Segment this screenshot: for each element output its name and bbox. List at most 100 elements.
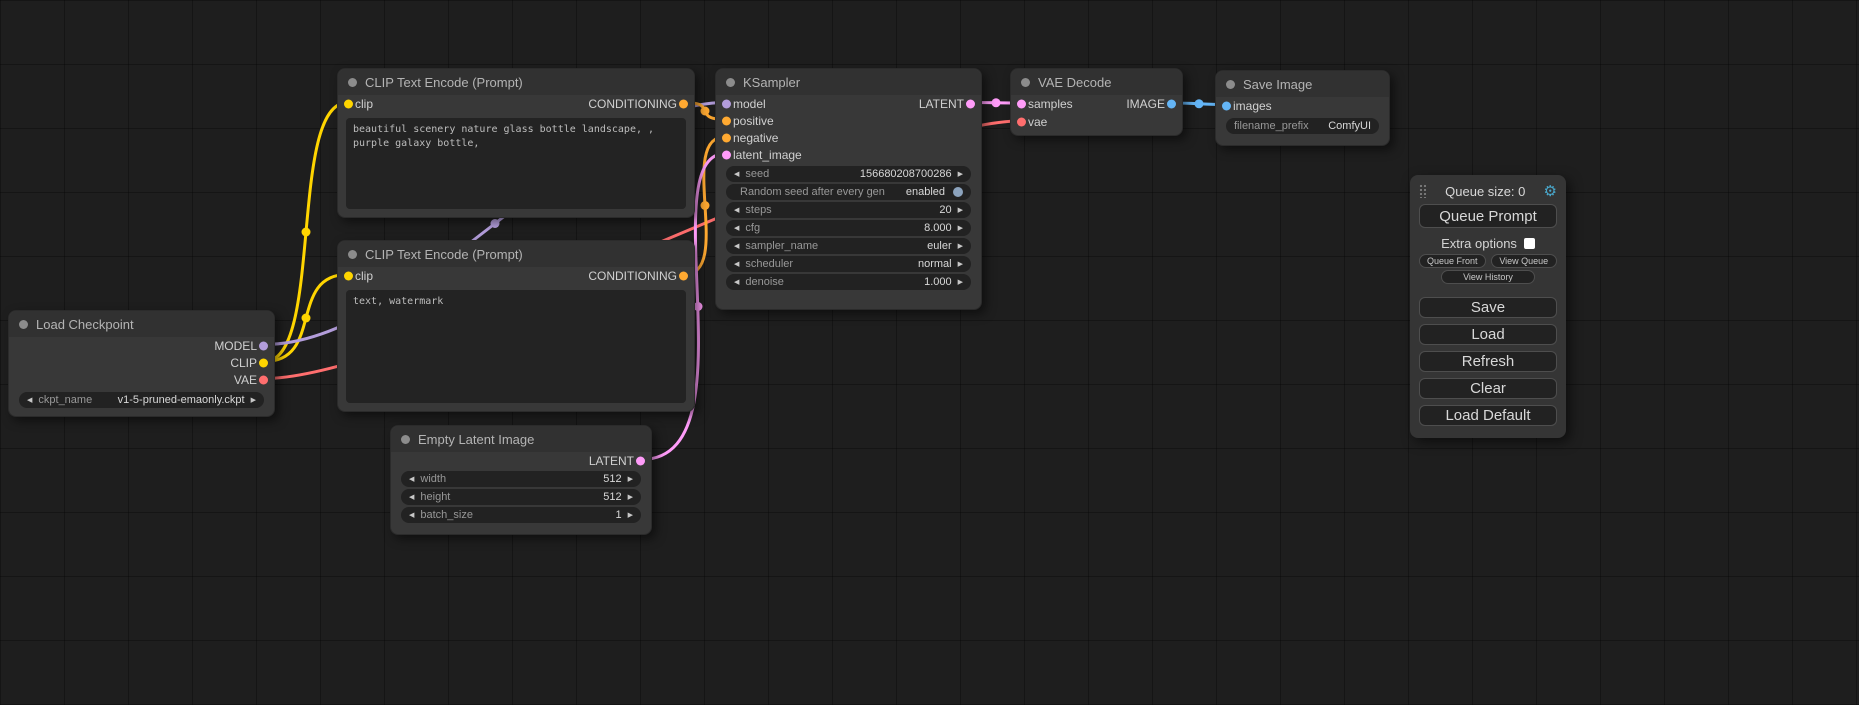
decrement-arrow-icon[interactable]: ◀ bbox=[27, 397, 32, 404]
widget-label: height bbox=[420, 491, 450, 503]
widget-label: batch_size bbox=[420, 509, 473, 521]
vae-output-dot[interactable] bbox=[259, 375, 268, 384]
node-header[interactable]: CLIP Text Encode (Prompt) bbox=[338, 241, 694, 267]
load-button[interactable]: Load bbox=[1419, 324, 1557, 345]
increment-arrow-icon[interactable]: ▶ bbox=[251, 397, 256, 404]
settings-gear-icon[interactable]: ⚙ bbox=[1544, 184, 1557, 199]
increment-arrow-icon[interactable]: ▶ bbox=[628, 494, 633, 501]
widget-label: ckpt_name bbox=[38, 394, 92, 406]
node-header[interactable]: KSampler bbox=[716, 69, 981, 95]
widget-random-seed-toggle[interactable]: Random seed after every gen enabled bbox=[726, 184, 971, 200]
node-header[interactable]: Save Image bbox=[1216, 71, 1389, 97]
drag-handle-icon[interactable] bbox=[1419, 184, 1427, 198]
widget-sampler-name[interactable]: ◀ sampler_name euler ▶ bbox=[726, 238, 971, 254]
image-output-dot[interactable] bbox=[1167, 100, 1176, 109]
toggle-knob[interactable] bbox=[953, 187, 963, 197]
node-load-checkpoint[interactable]: Load Checkpoint MODEL CLIP VAE ◀ ckpt_na… bbox=[8, 310, 275, 417]
menu-header: Queue size: 0 ⚙ bbox=[1419, 182, 1557, 200]
graph-canvas[interactable]: { "icons": { "arrow_left": "◀", "arrow_r… bbox=[0, 0, 1859, 705]
latent-output-dot[interactable] bbox=[966, 99, 975, 108]
widget-width[interactable]: ◀ width 512 ▶ bbox=[401, 471, 641, 487]
node-clip-text-encode-negative[interactable]: CLIP Text Encode (Prompt) clip CONDITION… bbox=[337, 240, 695, 412]
collapse-dot[interactable] bbox=[1021, 78, 1030, 87]
latent-output-dot[interactable] bbox=[636, 456, 645, 465]
widget-label: sampler_name bbox=[745, 240, 818, 252]
node-ksampler[interactable]: KSampler model LATENT positive negative … bbox=[715, 68, 982, 310]
load-default-button[interactable]: Load Default bbox=[1419, 405, 1557, 426]
decrement-arrow-icon[interactable]: ◀ bbox=[734, 225, 739, 232]
widget-steps[interactable]: ◀ steps 20 ▶ bbox=[726, 202, 971, 218]
decrement-arrow-icon[interactable]: ◀ bbox=[734, 279, 739, 286]
conditioning-output-dot[interactable] bbox=[679, 99, 688, 108]
collapse-dot[interactable] bbox=[348, 250, 357, 259]
clip-input-dot[interactable] bbox=[344, 99, 353, 108]
widget-seed[interactable]: ◀ seed 156680208700286 ▶ bbox=[726, 166, 971, 182]
view-queue-button[interactable]: View Queue bbox=[1491, 254, 1558, 268]
increment-arrow-icon[interactable]: ▶ bbox=[958, 243, 963, 250]
model-input-dot[interactable] bbox=[722, 99, 731, 108]
save-button[interactable]: Save bbox=[1419, 297, 1557, 318]
latent-image-input-dot[interactable] bbox=[722, 150, 731, 159]
link-clip-to-negative bbox=[265, 275, 348, 362]
model-output-dot[interactable] bbox=[259, 341, 268, 350]
widget-label: steps bbox=[745, 204, 771, 216]
increment-arrow-icon[interactable]: ▶ bbox=[628, 512, 633, 519]
decrement-arrow-icon[interactable]: ◀ bbox=[734, 171, 739, 178]
view-history-button[interactable]: View History bbox=[1441, 270, 1535, 284]
widget-value: 512 bbox=[603, 491, 621, 503]
clear-button[interactable]: Clear bbox=[1419, 378, 1557, 399]
images-input-dot[interactable] bbox=[1222, 101, 1231, 110]
positive-input-dot[interactable] bbox=[722, 116, 731, 125]
node-vae-decode[interactable]: VAE Decode samples IMAGE vae bbox=[1010, 68, 1183, 136]
node-header[interactable]: VAE Decode bbox=[1011, 69, 1182, 95]
increment-arrow-icon[interactable]: ▶ bbox=[958, 207, 963, 214]
increment-arrow-icon[interactable]: ▶ bbox=[958, 279, 963, 286]
decrement-arrow-icon[interactable]: ◀ bbox=[409, 476, 414, 483]
clip-output-dot[interactable] bbox=[259, 358, 268, 367]
decrement-arrow-icon[interactable]: ◀ bbox=[734, 207, 739, 214]
refresh-button[interactable]: Refresh bbox=[1419, 351, 1557, 372]
node-empty-latent-image[interactable]: Empty Latent Image LATENT ◀ width 512 ▶ … bbox=[390, 425, 652, 535]
decrement-arrow-icon[interactable]: ◀ bbox=[734, 243, 739, 250]
collapse-dot[interactable] bbox=[19, 320, 28, 329]
collapse-dot[interactable] bbox=[348, 78, 357, 87]
widget-height[interactable]: ◀ height 512 ▶ bbox=[401, 489, 641, 505]
link-midpoint-dot bbox=[992, 98, 1001, 107]
conditioning-output-dot[interactable] bbox=[679, 271, 688, 280]
negative-input-dot[interactable] bbox=[722, 133, 731, 142]
node-clip-text-encode-positive[interactable]: CLIP Text Encode (Prompt) clip CONDITION… bbox=[337, 68, 695, 218]
samples-input-dot[interactable] bbox=[1017, 100, 1026, 109]
widget-filename-prefix[interactable]: filename_prefix ComfyUI bbox=[1226, 118, 1379, 134]
increment-arrow-icon[interactable]: ▶ bbox=[958, 171, 963, 178]
link-midpoint-dot bbox=[701, 201, 710, 210]
widget-value: ComfyUI bbox=[1328, 120, 1371, 132]
increment-arrow-icon[interactable]: ▶ bbox=[958, 261, 963, 268]
node-load-checkpoint-header[interactable]: Load Checkpoint bbox=[9, 311, 274, 337]
collapse-dot[interactable] bbox=[401, 435, 410, 444]
extra-options-label: Extra options bbox=[1441, 236, 1517, 251]
widget-label: cfg bbox=[745, 222, 760, 234]
queue-prompt-button[interactable]: Queue Prompt bbox=[1419, 204, 1557, 228]
increment-arrow-icon[interactable]: ▶ bbox=[628, 476, 633, 483]
node-header[interactable]: CLIP Text Encode (Prompt) bbox=[338, 69, 694, 95]
widget-batch-size[interactable]: ◀ batch_size 1 ▶ bbox=[401, 507, 641, 523]
increment-arrow-icon[interactable]: ▶ bbox=[958, 225, 963, 232]
widget-cfg[interactable]: ◀ cfg 8.000 ▶ bbox=[726, 220, 971, 236]
link-midpoint-dot bbox=[302, 228, 311, 237]
collapse-dot[interactable] bbox=[726, 78, 735, 87]
extra-options-checkbox[interactable] bbox=[1524, 238, 1535, 249]
prompt-textarea[interactable]: text, watermark bbox=[346, 290, 686, 403]
widget-denoise[interactable]: ◀ denoise 1.000 ▶ bbox=[726, 274, 971, 290]
decrement-arrow-icon[interactable]: ◀ bbox=[409, 494, 414, 501]
widget-scheduler[interactable]: ◀ scheduler normal ▶ bbox=[726, 256, 971, 272]
decrement-arrow-icon[interactable]: ◀ bbox=[734, 261, 739, 268]
widget-ckpt-name[interactable]: ◀ ckpt_name v1-5-pruned-emaonly.ckpt ▶ bbox=[19, 392, 264, 408]
clip-input-dot[interactable] bbox=[344, 271, 353, 280]
vae-input-dot[interactable] bbox=[1017, 118, 1026, 127]
queue-front-button[interactable]: Queue Front bbox=[1419, 254, 1486, 268]
decrement-arrow-icon[interactable]: ◀ bbox=[409, 512, 414, 519]
node-header[interactable]: Empty Latent Image bbox=[391, 426, 651, 452]
prompt-textarea[interactable]: beautiful scenery nature glass bottle la… bbox=[346, 118, 686, 209]
node-save-image[interactable]: Save Image images filename_prefix ComfyU… bbox=[1215, 70, 1390, 146]
collapse-dot[interactable] bbox=[1226, 80, 1235, 89]
